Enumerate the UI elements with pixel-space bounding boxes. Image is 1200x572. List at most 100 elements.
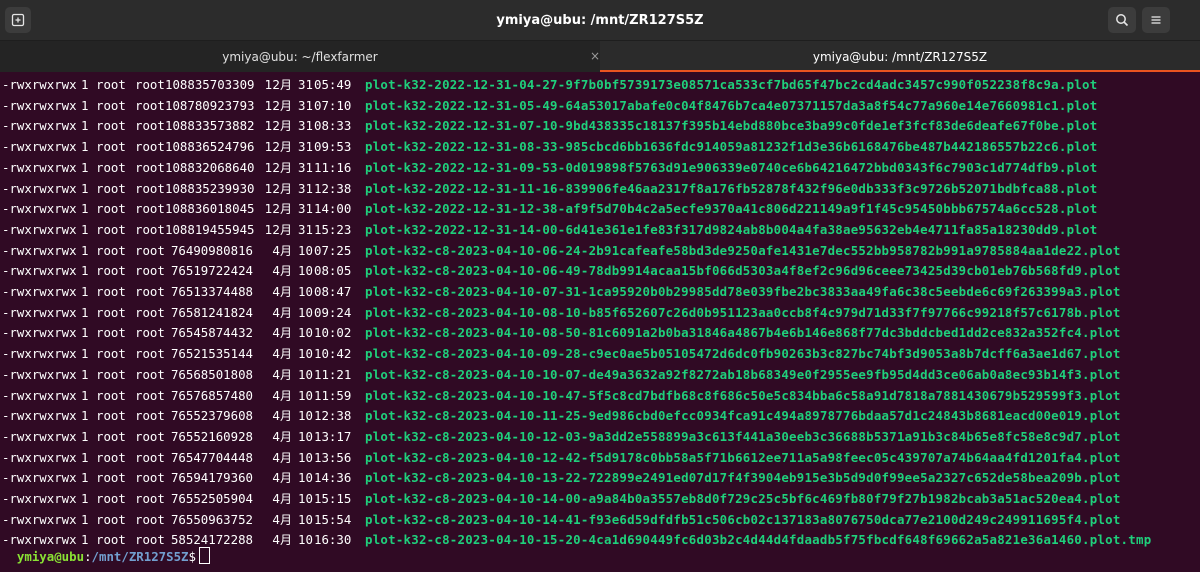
- file-name: plot-k32-c8-2023-04-10-10-47-5f5c8cd7bdf…: [365, 387, 1121, 403]
- file-owner: root: [96, 408, 126, 424]
- file-permissions: -rwxrwxrwx: [2, 97, 77, 113]
- file-link-count: 1: [81, 118, 89, 134]
- close-icon[interactable]: ×: [590, 49, 600, 63]
- file-month: 4月: [272, 347, 292, 362]
- file-day: 10: [298, 470, 313, 486]
- file-group: root: [135, 408, 165, 424]
- file-size: 76490980816: [170, 242, 253, 258]
- file-name: plot-k32-c8-2023-04-10-08-10-b85f652607c…: [365, 304, 1121, 320]
- file-name: plot-k32-2022-12-31-11-16-839906fe46aa23…: [365, 180, 1098, 196]
- file-day: 31: [298, 180, 313, 196]
- file-month: 4月: [272, 512, 292, 527]
- file-link-count: 1: [81, 346, 89, 362]
- file-size: 76552505904: [170, 491, 253, 506]
- file-size: 76519722424: [170, 263, 253, 279]
- file-link-count: 1: [81, 77, 89, 92]
- file-time: 12:38: [314, 180, 352, 196]
- file-name: plot-k32-2022-12-31-07-10-9bd438335c1813…: [365, 118, 1098, 134]
- file-name: plot-k32-c8-2023-04-10-14-41-f93e6d59dfd…: [365, 511, 1121, 527]
- file-time: 13:56: [314, 449, 352, 465]
- file-permissions: -rwxrwxrwx: [2, 118, 77, 134]
- file-group: root: [135, 304, 165, 320]
- file-owner: root: [96, 221, 126, 237]
- file-month: 4月: [272, 326, 292, 341]
- file-permissions: -rwxrwxrwx: [2, 366, 77, 382]
- file-permissions: -rwxrwxrwx: [2, 304, 77, 320]
- tab-flexfarmer[interactable]: ymiya@ubu: ~/flexfarmer ×: [0, 41, 600, 72]
- file-group: root: [135, 159, 165, 175]
- file-permissions: -rwxrwxrwx: [2, 284, 77, 299]
- file-link-count: 1: [81, 408, 89, 424]
- file-owner: root: [96, 284, 126, 299]
- file-time: 08:33: [314, 118, 352, 134]
- file-group: root: [135, 263, 165, 279]
- tab-label: ymiya@ubu: ~/flexfarmer: [222, 49, 378, 64]
- terminal-output[interactable]: -rwxrwxrwx 1 root root 108835703309 12月 31 05:4…: [0, 72, 1200, 572]
- file-month: 12月: [264, 181, 292, 196]
- file-name: plot-k32-c8-2023-04-10-12-42-f5d9178c0bb…: [365, 449, 1121, 465]
- file-group: root: [135, 366, 165, 382]
- file-time: 12:38: [314, 408, 352, 424]
- file-time: 13:17: [314, 428, 352, 444]
- file-owner: root: [96, 304, 126, 320]
- file-name: plot-k32-c8-2023-04-10-06-24-2b91cafeafe…: [365, 242, 1121, 258]
- prompt-separator: :: [84, 549, 92, 564]
- file-month: 12月: [264, 222, 292, 237]
- file-size: 76547704448: [170, 449, 253, 465]
- file-size: 108819455945: [165, 221, 255, 237]
- tab-label: ymiya@ubu: /mnt/ZR127S5Z: [812, 49, 988, 64]
- shell-prompt[interactable]: ymiya@ubu:/mnt/ZR127S5Z$: [2, 527, 210, 564]
- file-time: 08:47: [314, 284, 352, 299]
- file-group: root: [135, 97, 165, 113]
- file-name: plot-k32-2022-12-31-12-38-af9f5d70b4c2a5…: [365, 201, 1098, 217]
- file-name: plot-k32-2022-12-31-14-00-6d41e361e1fe83…: [365, 221, 1098, 237]
- file-month: 12月: [264, 78, 292, 92]
- file-owner: root: [96, 201, 126, 217]
- file-time: 15:15: [314, 491, 352, 506]
- file-group: root: [135, 284, 165, 299]
- file-size: 108833573882: [165, 118, 255, 134]
- file-month: 4月: [272, 471, 292, 486]
- file-group: root: [135, 221, 165, 237]
- file-owner: root: [96, 491, 126, 506]
- file-permissions: -rwxrwxrwx: [2, 346, 77, 362]
- file-group: root: [135, 77, 165, 92]
- file-month: 12月: [264, 98, 292, 113]
- file-size: 76581241824: [170, 304, 253, 320]
- file-size: 76545874432: [170, 325, 253, 341]
- file-size: 76576857480: [170, 387, 253, 403]
- file-permissions: -rwxrwxrwx: [2, 263, 77, 279]
- file-size: 76552160928: [170, 428, 253, 444]
- file-group: root: [135, 118, 165, 134]
- file-time: 10:02: [314, 325, 352, 341]
- file-owner: root: [96, 118, 126, 134]
- tab-mnt-zr127s5z[interactable]: ymiya@ubu: /mnt/ZR127S5Z: [600, 41, 1200, 72]
- file-permissions: -rwxrwxrwx: [2, 180, 77, 196]
- file-permissions: -rwxrwxrwx: [2, 491, 77, 506]
- file-day: 31: [298, 159, 313, 175]
- file-day: 10: [298, 449, 313, 465]
- new-tab-button[interactable]: [5, 7, 31, 33]
- file-permissions: -rwxrwxrwx: [2, 387, 77, 403]
- file-link-count: 1: [81, 366, 89, 382]
- file-month: 4月: [272, 429, 292, 444]
- file-name: plot-k32-c8-2023-04-10-10-07-de49a3632a9…: [365, 366, 1121, 382]
- file-owner: root: [96, 366, 126, 382]
- search-button[interactable]: [1108, 7, 1136, 33]
- file-day: 10: [298, 491, 313, 506]
- menu-button[interactable]: [1142, 7, 1170, 33]
- window-title: ymiya@ubu: /mnt/ZR127S5Z: [496, 12, 704, 28]
- file-name: plot-k32-c8-2023-04-10-09-28-c9ec0ae5b05…: [365, 346, 1121, 362]
- file-size: 76513374488: [170, 284, 253, 299]
- file-month: 4月: [272, 264, 292, 279]
- file-link-count: 1: [81, 221, 89, 237]
- file-size: 76594179360: [170, 470, 253, 486]
- file-permissions: -rwxrwxrwx: [2, 159, 77, 175]
- file-day: 10: [298, 408, 313, 424]
- file-link-count: 1: [81, 159, 89, 175]
- file-day: 10: [298, 284, 313, 299]
- file-name: plot-k32-c8-2023-04-10-15-20-4ca1d690449…: [365, 532, 1152, 548]
- file-link-count: 1: [81, 263, 89, 279]
- file-size: 108835239930: [165, 180, 255, 196]
- file-name: plot-k32-c8-2023-04-10-12-03-9a3dd2e5588…: [365, 428, 1121, 444]
